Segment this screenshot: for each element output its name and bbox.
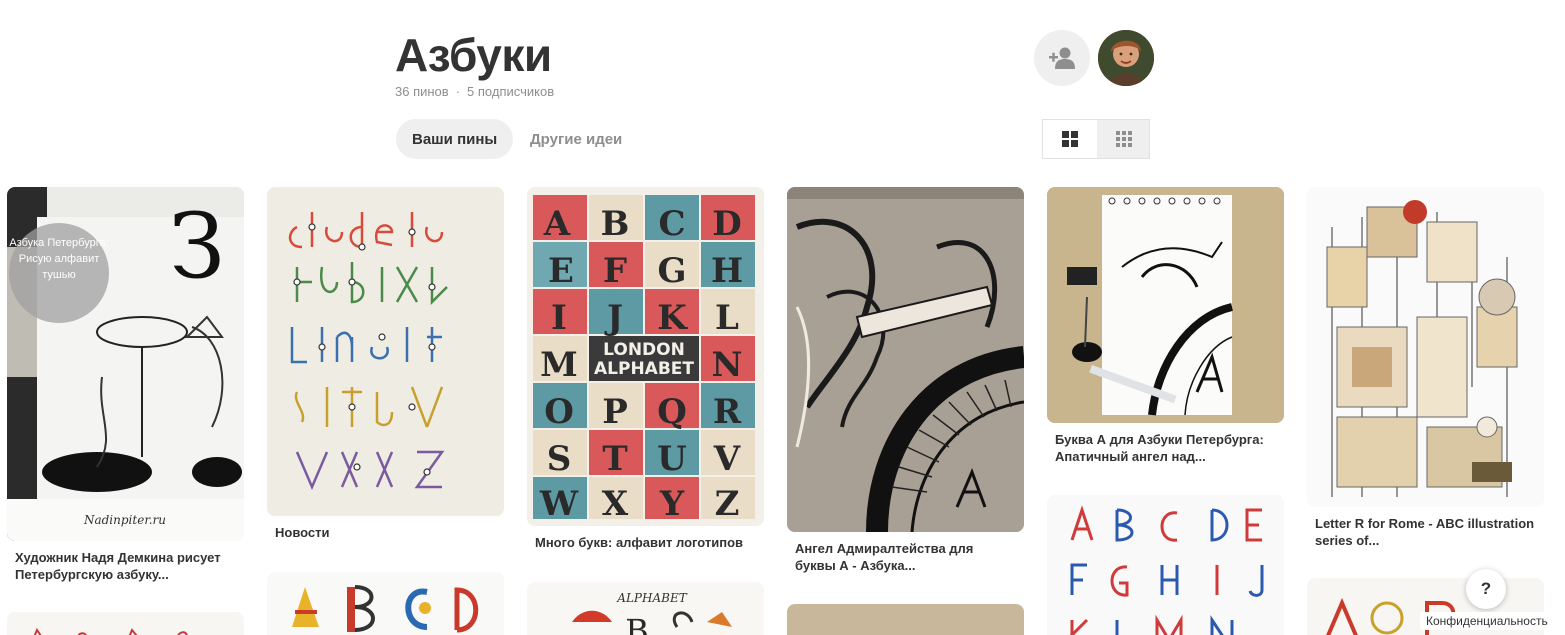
pin-card[interactable]: Буква А для Азбуки Петербурга: Апатичный… <box>1047 187 1284 465</box>
pin-image[interactable] <box>787 187 1024 532</box>
view-toggle <box>1042 119 1150 159</box>
svg-text:B: B <box>601 204 630 244</box>
pin-caption[interactable]: Ангел Адмиралтейства для буквы А - Азбук… <box>787 532 1024 574</box>
pin-image[interactable] <box>267 572 504 635</box>
tab-more-ideas[interactable]: Другие идеи <box>514 119 638 159</box>
pin-card[interactable] <box>267 572 504 635</box>
big-letter: З <box>169 194 225 299</box>
pin-image[interactable]: ALPHABET B <box>527 582 764 635</box>
add-collaborator-button[interactable] <box>1034 30 1090 86</box>
privacy-link[interactable]: Конфиденциальность <box>1420 612 1554 630</box>
svg-text:V: V <box>713 439 741 479</box>
tab-your-pins[interactable]: Ваши пины <box>396 119 514 159</box>
svg-text:F: F <box>603 251 627 291</box>
stats-separator: · <box>455 84 461 99</box>
svg-text:B: B <box>625 612 649 635</box>
pin-card[interactable]: Ангел Адмиралтейства для буквы А - Азбук… <box>787 187 1024 574</box>
followers-count[interactable]: 5 подписчиков <box>467 84 554 99</box>
owner-avatar[interactable] <box>1098 30 1154 86</box>
pin-card[interactable] <box>1047 495 1284 635</box>
pin-card[interactable]: ABCD EFGH IJKL MN OPQR STUV WXYZ LONDON … <box>527 187 764 551</box>
grid-small-view-button[interactable] <box>1097 120 1151 158</box>
pin-overlay-text: Азбука Петербурга: Рисую алфавит тушью <box>9 237 109 281</box>
grid-large-icon <box>1062 131 1078 147</box>
pin-image[interactable]: З Nadinpiter.ru Азбука Петербурга: Рисую… <box>7 187 244 541</box>
pin-image[interactable] <box>267 187 504 516</box>
pin-image[interactable] <box>1307 187 1544 507</box>
pin-image[interactable] <box>787 604 1024 635</box>
svg-text:E: E <box>548 251 574 291</box>
add-person-icon <box>1049 47 1075 69</box>
pin-card[interactable] <box>7 612 244 635</box>
board-title: Азбуки <box>395 29 552 81</box>
grid-large-view-button[interactable] <box>1043 120 1097 158</box>
pin-card[interactable]: ALPHABET B <box>527 582 764 635</box>
svg-text:C: C <box>658 204 685 244</box>
svg-text:A: A <box>543 204 571 244</box>
svg-text:Q: Q <box>657 392 687 432</box>
pin-caption[interactable]: Много букв: алфавит логотипов <box>527 526 764 551</box>
pin-caption[interactable]: Letter R for Rome - ABC illustration ser… <box>1307 507 1544 549</box>
svg-text:L: L <box>715 298 739 338</box>
pin-card[interactable]: З Nadinpiter.ru Азбука Петербурга: Рисую… <box>7 187 244 583</box>
svg-text:S: S <box>547 439 572 479</box>
svg-text:Y: Y <box>659 484 685 524</box>
svg-text:W: W <box>539 484 579 524</box>
grid-small-icon <box>1116 131 1132 147</box>
svg-text:Z: Z <box>715 484 740 524</box>
pin-card[interactable]: Letter R for Rome - ABC illustration ser… <box>1307 187 1544 549</box>
pin-image[interactable] <box>1047 187 1284 423</box>
svg-text:K: K <box>657 298 688 338</box>
pin-image[interactable] <box>7 612 244 635</box>
pin-card[interactable]: Новости <box>267 187 504 541</box>
svg-text:I: I <box>551 298 567 338</box>
board-stats: 36 пинов · 5 подписчиков <box>395 84 554 99</box>
help-button[interactable]: ? <box>1466 569 1506 609</box>
pin-watermark: Nadinpiter.ru <box>83 513 166 527</box>
pins-count: 36 пинов <box>395 84 449 99</box>
svg-text:T: T <box>602 439 627 479</box>
svg-text:U: U <box>657 439 687 479</box>
svg-text:O: O <box>544 392 574 432</box>
svg-text:G: G <box>657 251 686 291</box>
svg-text:P: P <box>602 392 628 432</box>
pin-caption[interactable]: Буква А для Азбуки Петербурга: Апатичный… <box>1047 423 1284 465</box>
pin-title-text: ALPHABET <box>616 591 687 605</box>
svg-text:R: R <box>713 392 742 432</box>
svg-text:X: X <box>602 484 629 524</box>
pin-card[interactable] <box>787 604 1024 635</box>
svg-text:H: H <box>711 251 743 291</box>
svg-text:J: J <box>604 298 623 338</box>
svg-text:D: D <box>712 204 741 244</box>
pin-image[interactable]: ABCD EFGH IJKL MN OPQR STUV WXYZ LONDON … <box>527 187 764 526</box>
pin-caption[interactable]: Художник Надя Демкина рисует Петербургск… <box>7 541 244 583</box>
help-question-icon: ? <box>1480 579 1492 598</box>
pin-image[interactable] <box>1047 495 1284 635</box>
svg-text:M: M <box>540 345 578 385</box>
svg-text:N: N <box>711 345 742 385</box>
poster-line-1: LONDON <box>603 340 685 360</box>
pin-caption[interactable]: Новости <box>267 516 504 541</box>
poster-line-2: ALPHABET <box>594 359 694 379</box>
avatar-image <box>1098 30 1154 86</box>
